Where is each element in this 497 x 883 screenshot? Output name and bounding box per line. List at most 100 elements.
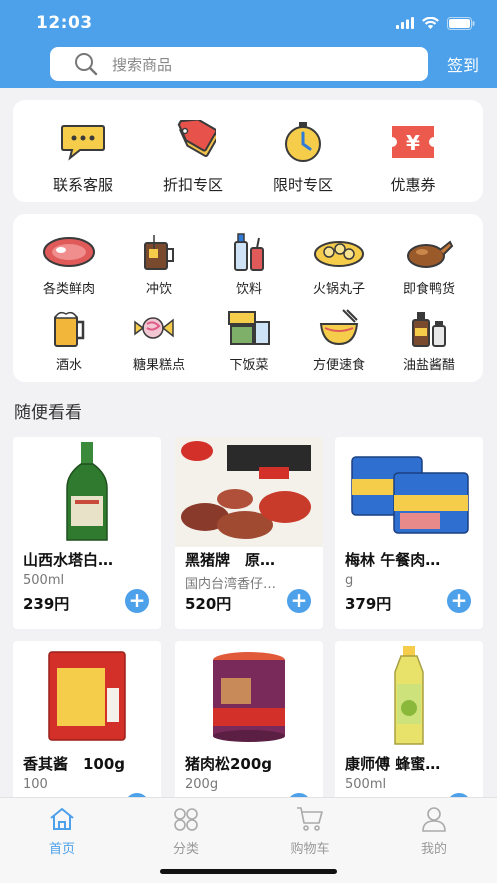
category-label: 油盐酱醋 [402,358,455,373]
product-image [13,641,161,751]
user-icon [422,807,446,832]
quick-link-discount[interactable]: 折扣专区 [138,120,248,195]
section-title: 随便看看 [14,403,82,423]
status-time: 12:03 [36,13,93,33]
add-to-cart-button[interactable]: + [447,589,471,613]
tab-label: 分类 [172,842,199,857]
category-hot-drinks[interactable]: 冲饮 [113,232,205,297]
product-name: 猪肉松200g [185,755,273,773]
category-label: 饮料 [235,282,262,297]
product-spec: 200g [185,777,219,792]
category-label: 方便速食 [312,358,365,373]
search-icon [75,53,98,76]
product-image [175,437,323,547]
quick-link-label: 联系客服 [52,176,113,194]
product-image [175,641,323,751]
product-price: 379円 [345,595,392,613]
coupon-icon: ¥ [392,126,434,158]
tab-cart[interactable]: 购物车 [265,806,355,857]
product-spec: 500ml [23,573,65,588]
product-price: 239円 [23,595,70,613]
bottled-drinks-icon [234,233,264,271]
product-name: 梅林 午餐肉… [345,551,441,569]
category-candy-pastry[interactable]: 糖果糕点 [113,308,205,373]
product-spec: 100 [23,777,48,792]
product-name: 香其酱 100g [23,755,126,773]
product-spec: 500ml [345,777,387,792]
category-grid-icon [174,808,198,831]
category-condiments[interactable]: 油盐酱醋 [383,308,475,373]
tab-label: 我的 [420,842,447,857]
meat-icon [43,237,95,267]
product-image [13,437,161,547]
product-image [335,641,483,751]
category-label: 即食鸭货 [402,282,455,297]
app-header: 12:03 搜索商品 签到 [0,0,497,88]
product-name: 康师傅 蜂蜜… [345,755,441,773]
tab-label: 首页 [48,842,75,857]
category-instant-food[interactable]: 方便速食 [293,308,385,373]
home-indicator [160,869,337,874]
product-card[interactable]: 山西水塔白… 500ml 239円 + [13,437,161,629]
search-placeholder: 搜索商品 [112,55,173,74]
product-name: 黑猪牌 原… [185,551,276,569]
sausage-pack-image [175,437,323,547]
sauce-packet-image [48,651,126,741]
quick-link-coupon[interactable]: ¥ 优惠券 [358,120,468,195]
svg-text:¥: ¥ [406,131,420,155]
category-alcohol[interactable]: 酒水 [23,308,115,373]
category-beverages[interactable]: 饮料 [203,232,295,297]
category-label: 下饭菜 [229,358,269,373]
quick-links-card: 联系客服 折扣专区 限时专区 ¥ 优惠券 [13,100,483,202]
candy-icon [134,317,174,339]
product-name: 山西水塔白… [23,551,114,569]
chat-bubble-icon [61,125,105,161]
category-fresh-meat[interactable]: 各类鲜肉 [23,232,115,297]
search-bar[interactable]: 搜索商品 [50,47,428,81]
status-bar: 12:03 [0,0,497,44]
condiments-icon [412,312,446,347]
luncheon-meat-cans-image [351,456,469,534]
vinegar-bottle-image [66,442,108,541]
quick-link-customer-service[interactable]: 联系客服 [28,120,138,195]
quick-link-label: 限时专区 [272,176,333,194]
tab-label: 购物车 [290,842,330,857]
side-dish-icon [228,311,270,345]
hotpot-balls-icon [314,241,364,267]
signal-icon [396,17,414,29]
category-card: 各类鲜肉 冲饮 饮料 火锅丸子 即食鸭货 酒水 糖果糕点 下饭菜 方便速食 油盐… [13,214,483,382]
quick-link-label: 优惠券 [390,176,436,194]
sign-in-button[interactable]: 签到 [447,52,479,76]
category-hotpot-balls[interactable]: 火锅丸子 [293,232,385,297]
wifi-icon [422,17,439,29]
category-label: 火锅丸子 [312,282,365,297]
hot-drink-icon [144,235,174,270]
product-image [335,437,483,547]
tab-profile[interactable]: 我的 [389,806,479,857]
tab-categories[interactable]: 分类 [141,806,231,857]
category-label: 酒水 [55,358,82,373]
home-icon [50,808,74,830]
stopwatch-icon [285,122,321,162]
honey-citron-drink-image [394,646,424,745]
shopping-cart-icon [297,807,323,831]
status-icons [396,15,475,31]
price-tag-icon [177,120,216,158]
product-price: 520円 [185,595,232,613]
add-to-cart-button[interactable]: + [125,589,149,613]
product-card[interactable]: 梅林 午餐肉… g 379円 + [335,437,483,629]
quick-link-limited-time[interactable]: 限时专区 [248,120,358,195]
category-ready-duck[interactable]: 即食鸭货 [383,232,475,297]
tab-home[interactable]: 首页 [17,806,107,857]
noodle-bowl-icon [319,309,359,346]
add-to-cart-button[interactable]: + [287,589,311,613]
product-card[interactable]: 黑猪牌 原… 国内台湾香仔… 520円 + [175,437,323,629]
quick-link-label: 折扣专区 [162,176,223,194]
roast-duck-icon [407,240,454,268]
category-label: 糖果糕点 [132,358,185,373]
product-spec: g [345,573,354,588]
category-label: 各类鲜肉 [42,282,95,297]
category-side-dishes[interactable]: 下饭菜 [203,308,295,373]
category-label: 冲饮 [145,282,172,297]
battery-icon [447,16,475,30]
